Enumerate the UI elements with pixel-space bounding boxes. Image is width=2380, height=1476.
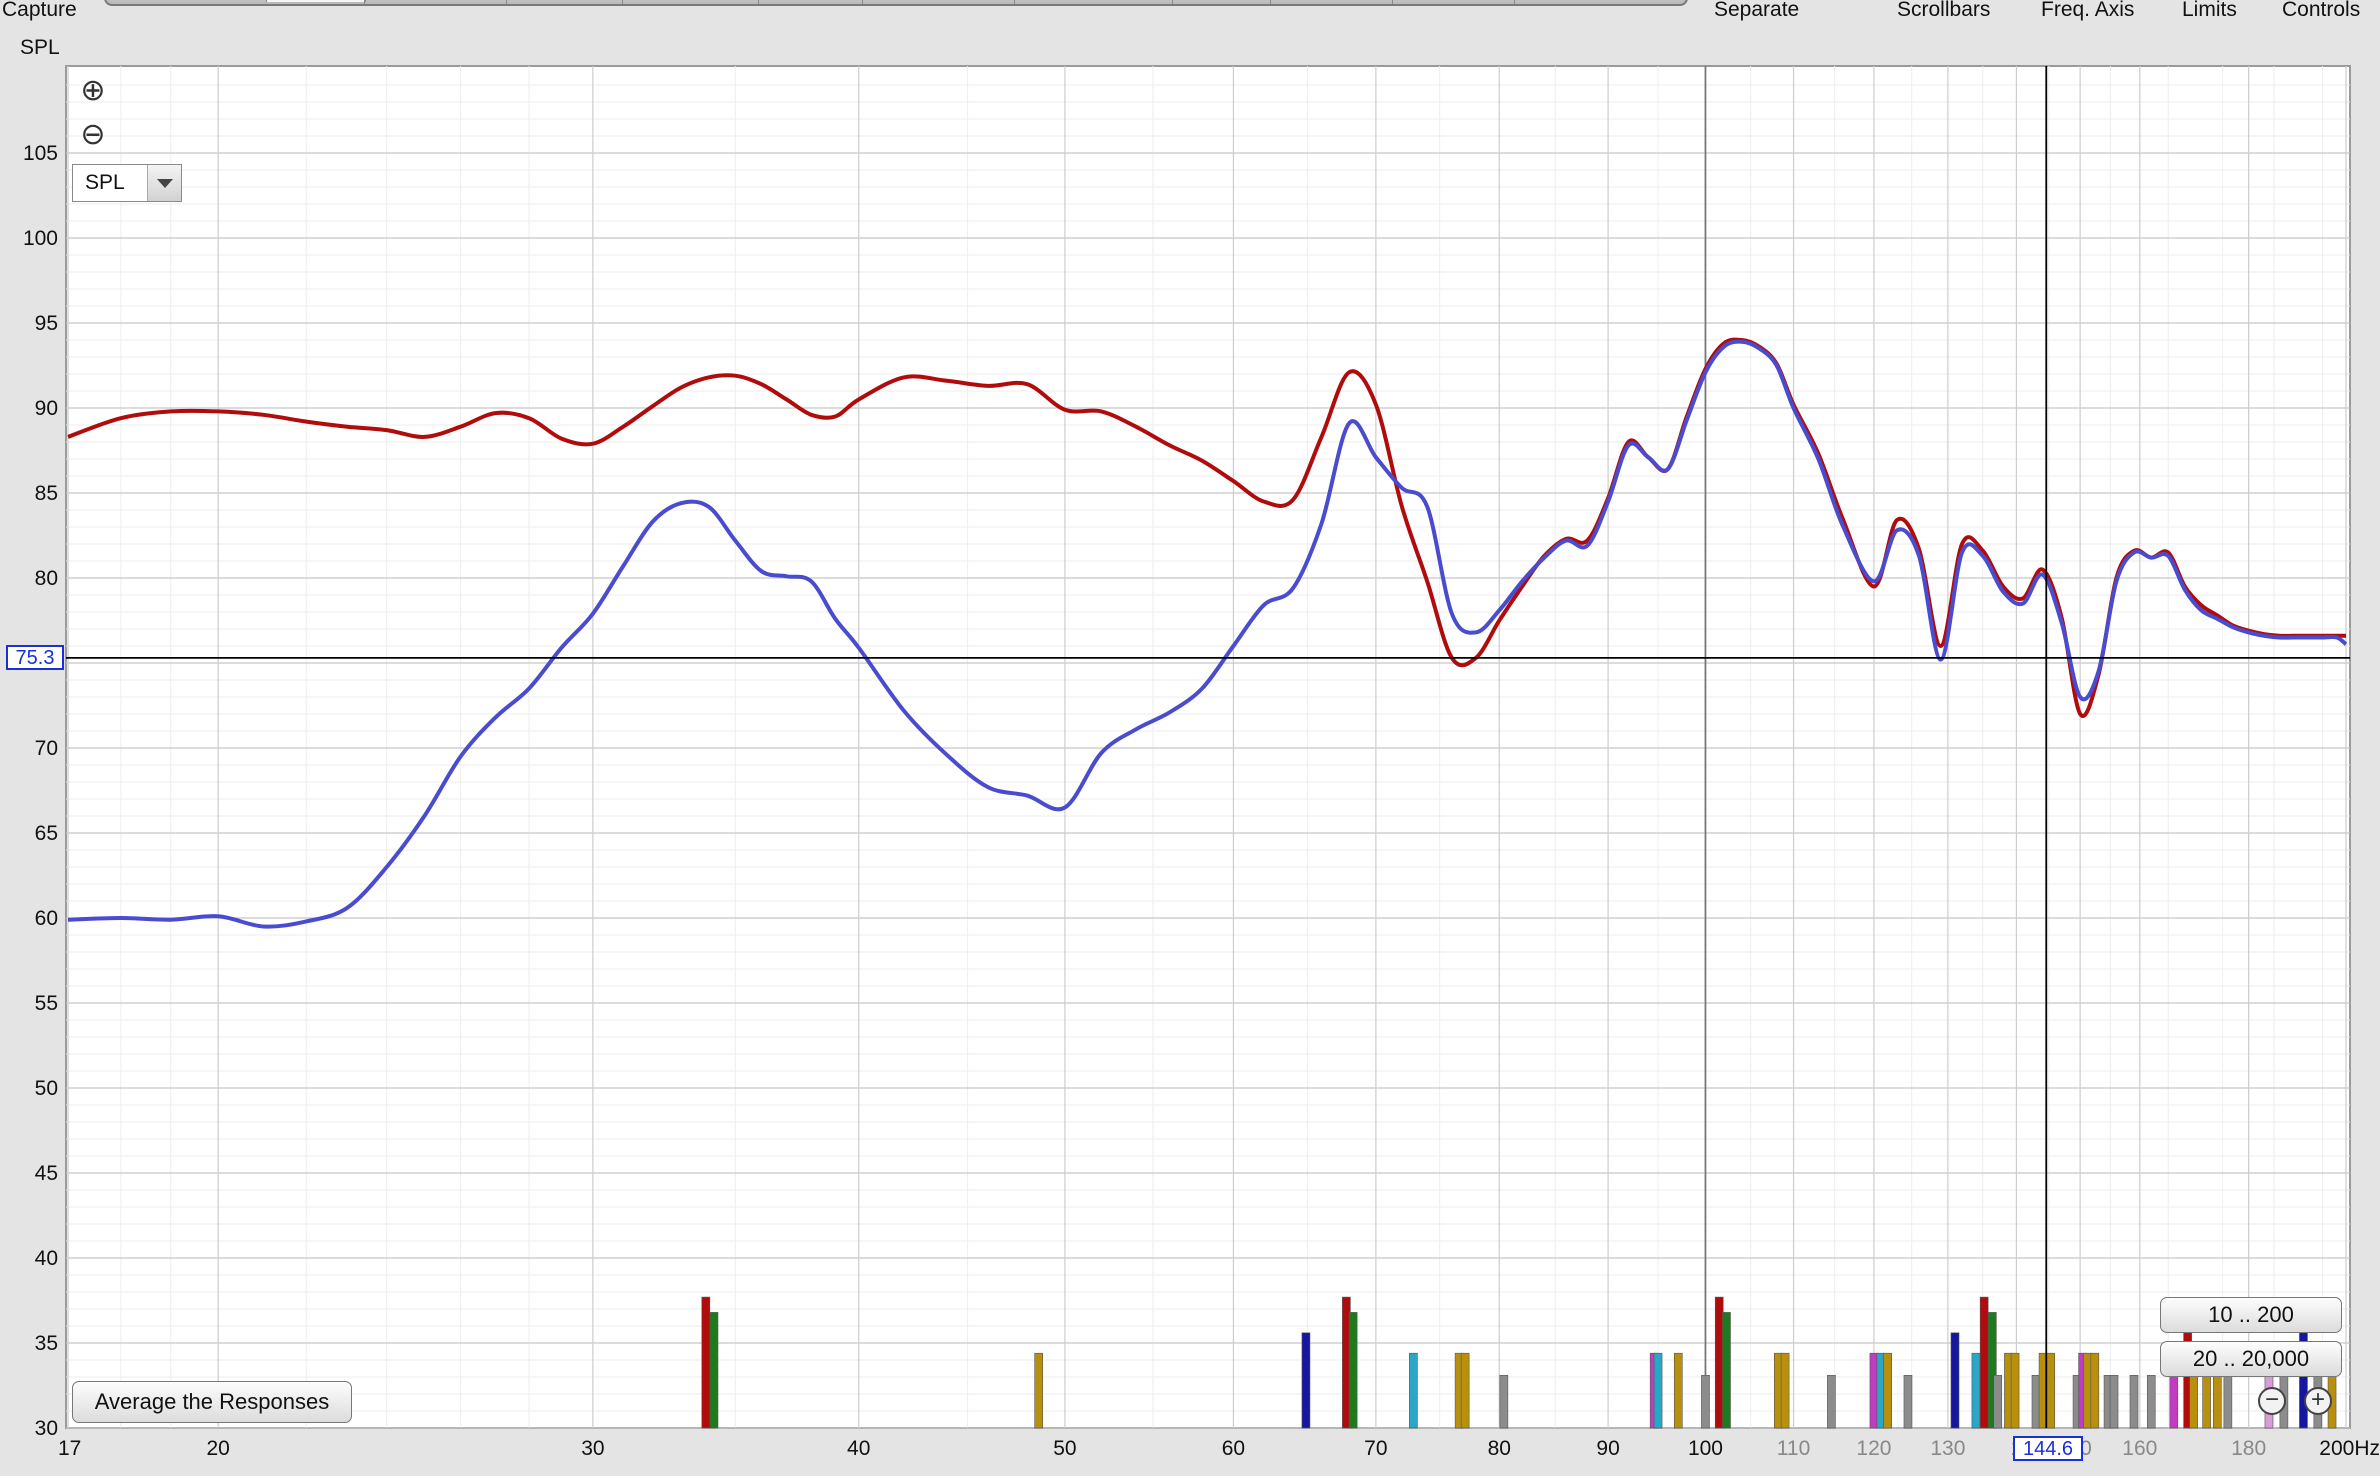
x-tick-label: 80	[1488, 1437, 1511, 1460]
filter-marker-bar	[1673, 1352, 1683, 1429]
y-tick-label: 40	[35, 1247, 58, 1270]
range-10-200-button[interactable]: 10 .. 200	[2160, 1297, 2342, 1333]
filter-marker-bar	[1883, 1352, 1893, 1429]
filter-marker-bar	[1714, 1296, 1724, 1429]
filter-marker-bar	[2083, 1352, 2092, 1429]
y-tick-label: 45	[35, 1162, 58, 1185]
x-tick-label: 70	[1364, 1437, 1387, 1460]
filter-marker-bar	[1348, 1312, 1358, 1429]
filter-marker-bar	[1780, 1352, 1790, 1429]
y-tick-label: 60	[35, 907, 58, 930]
filter-marker-bar	[2223, 1375, 2233, 1429]
filter-marker-bar	[2010, 1352, 2020, 1429]
y-tick-label: 35	[35, 1332, 58, 1355]
y-tick-label: 105	[23, 142, 58, 165]
x-tick-label: 200Hz	[2319, 1437, 2380, 1460]
zoom-in-icon[interactable]: ⊕	[80, 76, 106, 106]
filter-marker-bar	[2090, 1352, 2100, 1429]
y-tick-label: 100	[23, 227, 58, 250]
filter-marker-bar	[701, 1296, 711, 1429]
filter-marker-bar	[1971, 1352, 1981, 1429]
spl-frequency-chart[interactable]: 3035404550556065707580859095100105 17203…	[0, 0, 2380, 1476]
x-tick-label: 120	[1856, 1437, 1891, 1460]
filter-marker-bar	[2129, 1375, 2139, 1429]
zoom-in-icon[interactable]: +	[2304, 1387, 2332, 1415]
zoom-out-icon[interactable]: −	[2258, 1387, 2286, 1415]
y-tick-label: 50	[35, 1077, 58, 1100]
y-tick-labels: 3035404550556065707580859095100105	[23, 142, 58, 1440]
spl-select[interactable]: SPL	[72, 164, 182, 202]
x-tick-label: 180	[2231, 1437, 2266, 1460]
y-tick-label: 90	[35, 397, 58, 420]
y-tick-label: 70	[35, 737, 58, 760]
filter-marker-bar	[2046, 1352, 2056, 1429]
chevron-down-icon[interactable]	[147, 165, 181, 201]
filter-marker-bar	[1301, 1332, 1311, 1429]
average-responses-button[interactable]: Average the Responses	[72, 1381, 352, 1423]
filter-marker-bar	[1701, 1375, 1710, 1429]
zoom-out-icon[interactable]: ⊖	[80, 120, 106, 150]
filter-marker-bar	[1993, 1375, 2003, 1429]
filter-marker-bar	[1950, 1332, 1960, 1429]
filter-marker-bar	[1722, 1312, 1731, 1429]
filter-marker-bar	[1903, 1375, 1913, 1429]
filter-marker-bar	[1409, 1352, 1418, 1429]
y-tick-label: 55	[35, 992, 58, 1015]
y-tick-label: 95	[35, 312, 58, 335]
spl-select-value: SPL	[85, 171, 125, 194]
y-tick-label: 80	[35, 567, 58, 590]
cursor-y-readout: 75.3	[6, 645, 64, 670]
y-tick-label: 85	[35, 482, 58, 505]
x-tick-label: 30	[581, 1437, 604, 1460]
x-tick-label: 17	[58, 1437, 81, 1460]
y-tick-label: 30	[35, 1417, 58, 1440]
x-tick-label: 50	[1053, 1437, 1076, 1460]
filter-marker-bar	[709, 1312, 719, 1429]
x-tick-label: 40	[847, 1437, 870, 1460]
x-tick-label: 100	[1688, 1437, 1723, 1460]
filter-marker-bar	[1653, 1352, 1663, 1429]
x-tick-label: 160	[2122, 1437, 2157, 1460]
filter-marker-bar	[1827, 1375, 1836, 1429]
filter-marker-bar	[2109, 1375, 2119, 1429]
x-tick-label: 60	[1222, 1437, 1245, 1460]
filter-marker-bar	[1979, 1296, 1989, 1429]
filter-marker-bar	[1460, 1352, 1470, 1429]
x-tick-label: 90	[1596, 1437, 1619, 1460]
range-20-20000-button[interactable]: 20 .. 20,000	[2160, 1341, 2342, 1377]
cursor-x-readout: 144.6	[2013, 1436, 2083, 1461]
filter-marker-bar	[1499, 1375, 1509, 1429]
x-tick-label: 130	[1930, 1437, 1965, 1460]
x-tick-label: 110	[1777, 1437, 1810, 1460]
x-tick-label: 20	[207, 1437, 230, 1460]
y-tick-label: 65	[35, 822, 58, 845]
filter-marker-bar	[1034, 1352, 1043, 1429]
filter-marker-bar	[2146, 1375, 2156, 1429]
